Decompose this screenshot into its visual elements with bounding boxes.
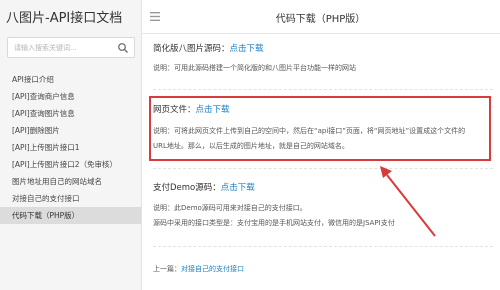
site-title: 八图片-API接口文档 [6,11,123,26]
prev-article-link[interactable]: 对接自己的支付接口 [181,265,244,273]
section-title-label: 网页文件： [153,105,196,115]
page-title: 代码下载（PHP版） [275,14,366,25]
section-title-simplified-source: 简化版八图片源码：点击下载 [153,42,264,54]
section-title-web-file: 网页文件：点击下载 [153,103,230,115]
divider [153,89,493,90]
sidebar-item-query-image[interactable]: [API]查询图片信息 [0,105,141,122]
divider [153,168,493,169]
search-icon[interactable] [117,42,129,54]
download-link-payment-demo[interactable]: 点击下载 [221,183,255,193]
prev-article-label: 上一篇： [153,265,181,273]
download-link-web-file[interactable]: 点击下载 [196,105,230,115]
section-desc-line1: 说明：可将此网页文件上传到自己的空间中，然后在“api接口”页面，将“网页地址”… [153,127,466,135]
section-title-label: 简化版八图片源码： [153,44,230,54]
section-title-label: 支付Demo源码： [153,183,221,193]
sidebar-item-code-download[interactable]: 代码下载（PHP版） [0,207,141,224]
search-input[interactable] [14,41,118,55]
sidebar-item-upload-image-1[interactable]: [API]上传图片接口1 [0,139,141,156]
topbar: 代码下载（PHP版） [141,0,500,34]
search-box[interactable] [7,37,135,58]
sidebar-item-query-merchant[interactable]: [API]查询商户信息 [0,88,141,105]
section-desc: 说明：可用此源码搭建一个简化版的和八图片平台功能一样的网站 [153,64,356,72]
main-content: 代码下载（PHP版） 简化版八图片源码：点击下载 说明：可用此源码搭建一个简化版… [141,0,500,290]
sidebar-item-custom-domain[interactable]: 图片地址用自己的网站域名 [0,173,141,190]
section-desc-line2: 源码中采用的接口类型是：支付宝用的是手机网站支付，微信用的是JSAPI支付 [153,219,395,227]
sidebar-item-api-intro[interactable]: API接口介绍 [0,71,141,88]
sidebar-item-delete-image[interactable]: [API]删除图片 [0,122,141,139]
sidebar-item-payment[interactable]: 对接自己的支付接口 [0,190,141,207]
divider [153,246,493,247]
download-link-simplified-source[interactable]: 点击下载 [230,44,264,54]
sidebar-nav: API接口介绍 [API]查询商户信息 [API]查询图片信息 [API]删除图… [0,71,141,224]
section-title-payment-demo: 支付Demo源码：点击下载 [153,181,255,193]
sidebar-item-upload-image-2[interactable]: [API]上传图片接口2（免审核） [0,156,141,173]
section-desc-line1: 说明：此Demo源码可用来对接自己的支付接口。 [153,204,307,212]
prev-article: 上一篇：对接自己的支付接口 [153,264,244,274]
section-desc-line2: URL地址。那么，以后生成的图片地址，就是自己的网站域名。 [153,142,349,150]
sidebar: 八图片-API接口文档 API接口介绍 [API]查询商户信息 [API]查询图… [0,0,142,290]
